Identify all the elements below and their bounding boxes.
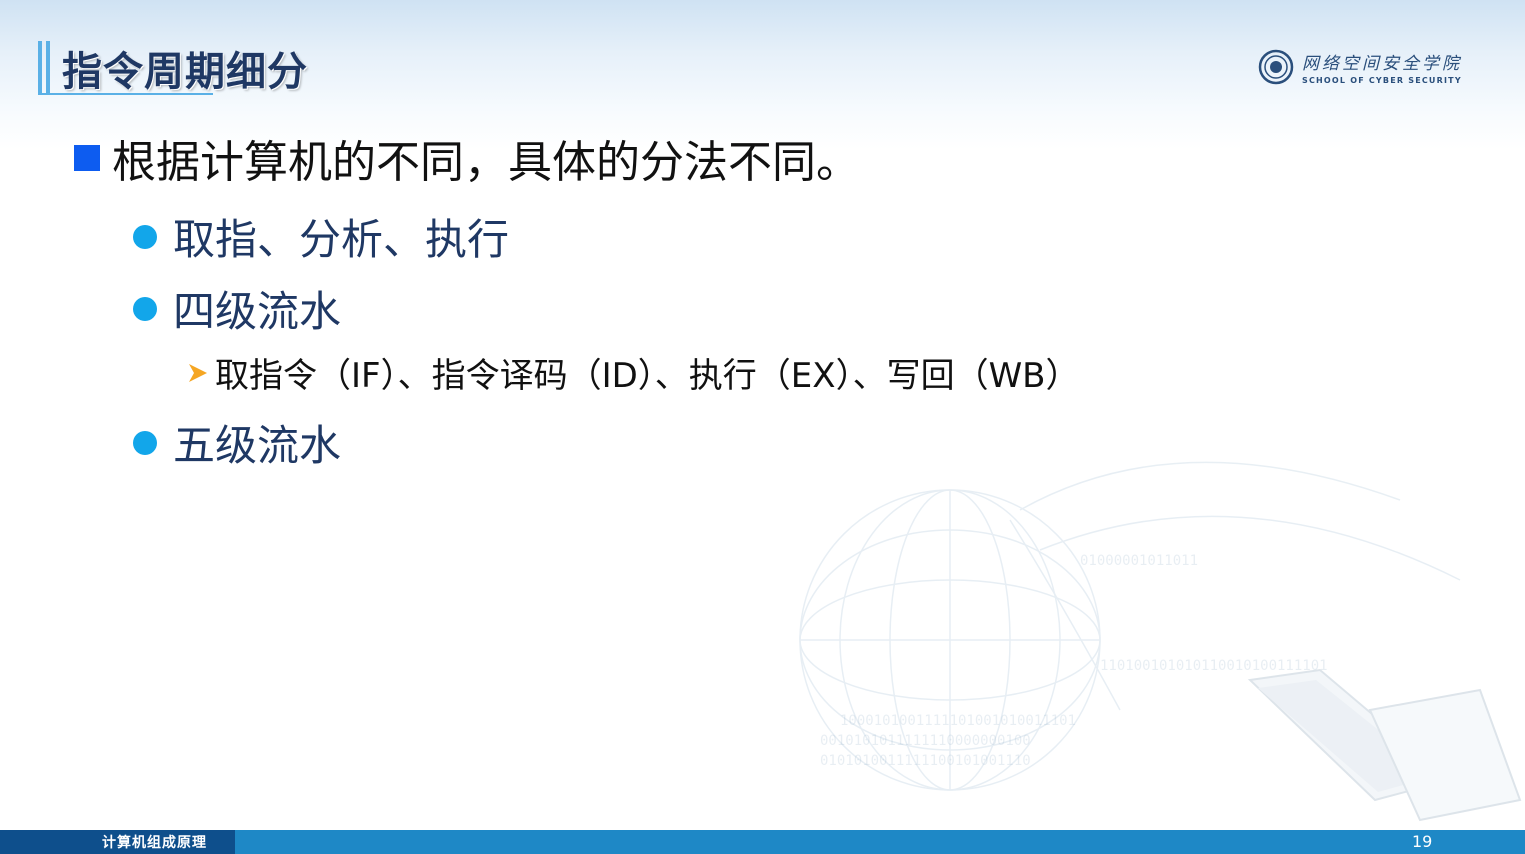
list-item: 取指、分析、执行 [133,206,509,267]
svg-text:01000001011011: 01000001011011 [1080,553,1198,569]
footer-course-title: 计算机组成原理 [102,835,207,851]
svg-text:0101010011111100101001110: 0101010011111100101001110 [820,753,1031,769]
main-bullet: 根据计算机的不同，具体的分法不同。 [74,126,860,190]
title-underline [38,93,213,95]
list-item: 五级流水 [133,412,341,473]
school-seal-icon [1258,49,1294,85]
arrow-bullet-icon [189,363,207,382]
list-item-text: 四级流水 [173,287,342,336]
globe-laptop-decoration: 110100101010110010100111101 100010100111… [799,461,1522,822]
svg-text:0010101011111110000000100: 0010101011111110000000100 [820,733,1031,749]
footer-bar: 计算机组成原理 19 [0,830,1525,854]
list-item-text: 取指、分析、执行 [173,215,510,264]
svg-text:1000101001111101001010011101: 1000101001111101001010011101 [840,713,1076,729]
slide-title-block: 指令周期细分 [38,40,308,96]
square-bullet-icon [74,145,100,171]
list-item: 四级流水 [133,278,341,339]
circle-bullet-icon [133,296,157,321]
logo-chinese-name: 网络空间安全学院 [1302,54,1462,74]
main-bullet-text: 根据计算机的不同，具体的分法不同。 [112,137,860,188]
logo-english-name: SCHOOL OF CYBER SECURITY [1302,76,1462,85]
circle-bullet-icon [133,430,157,455]
page-number: 19 [1412,832,1433,851]
circle-bullet-icon [133,224,157,249]
list-item-text: 五级流水 [173,421,342,470]
title-accent-bars [38,41,50,95]
svg-text:110100101010110010100111101: 110100101010110010100111101 [1100,658,1328,674]
sub-list-item: 取指令（IF）、指令译码（ID）、执行（EX）、写回（WB） [185,348,1080,397]
sub-list-item-text: 取指令（IF）、指令译码（ID）、执行（EX）、写回（WB） [215,356,1080,396]
school-logo: 网络空间安全学院 SCHOOL OF CYBER SECURITY [1258,42,1490,92]
slide-title: 指令周期细分 [62,49,308,95]
